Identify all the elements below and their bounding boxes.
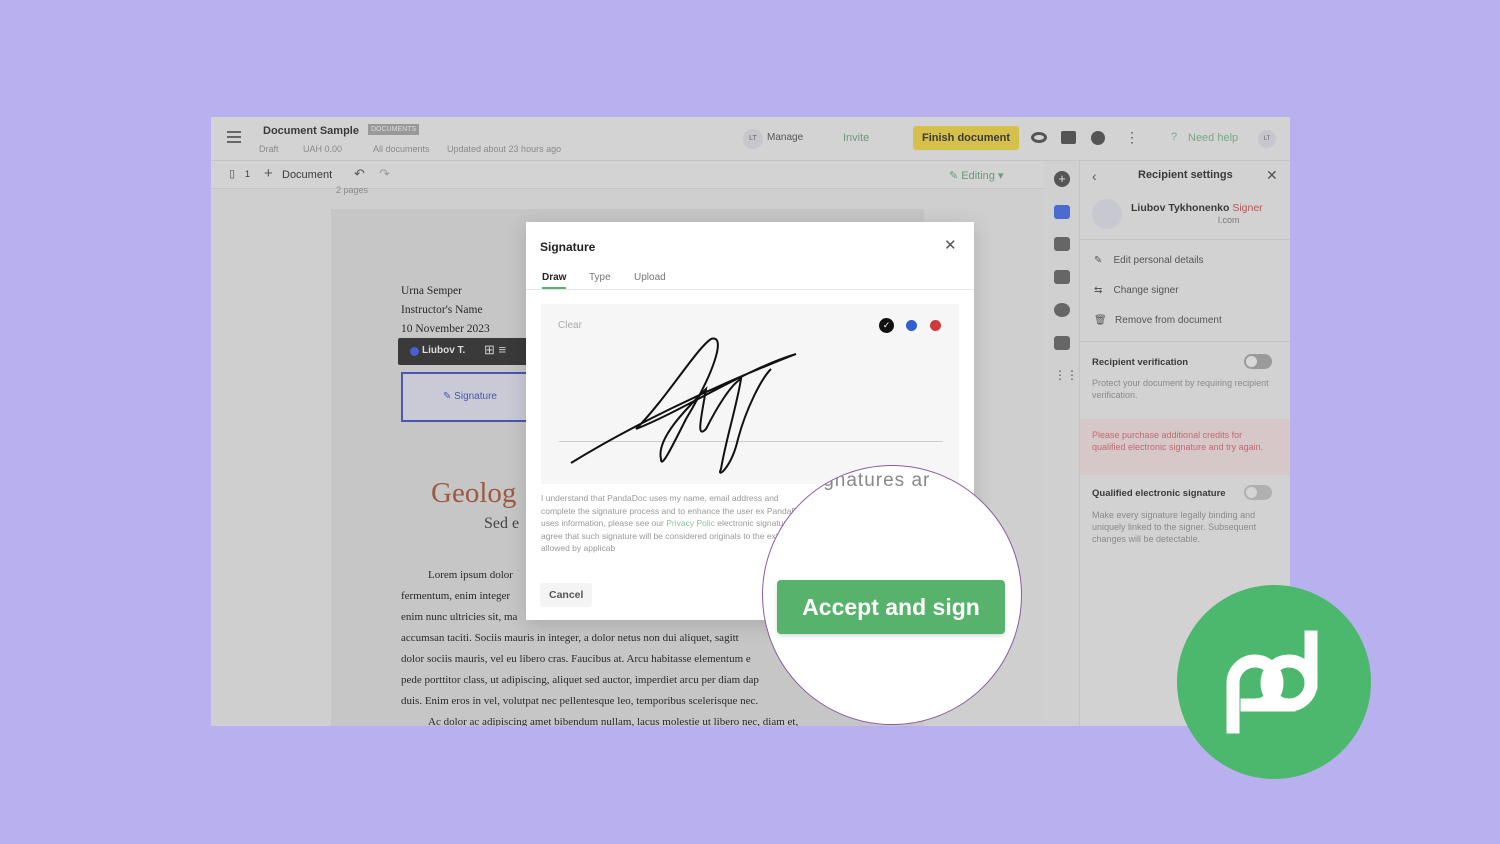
signer-color-dot	[410, 347, 419, 356]
invite-button[interactable]: Invite	[843, 132, 869, 144]
avatar[interactable]: LT	[743, 129, 763, 149]
amount: UAH 0.00	[303, 144, 343, 154]
accept-and-sign-button[interactable]: Accept and sign	[777, 580, 1005, 634]
document-subtitle: Sed e	[484, 515, 520, 532]
credits-warning: Please purchase additional credits for q…	[1092, 430, 1264, 452]
signer-name: Liubov T.	[422, 345, 466, 356]
edit-details-button[interactable]: ✎ Edit personal details	[1094, 255, 1204, 266]
paragraph-line: dolor sociis mauris, vel eu libero cras.…	[401, 653, 751, 665]
help-icon: ?	[1171, 131, 1178, 143]
need-help-link[interactable]: Need help	[1188, 132, 1238, 144]
paragraph-line: accumsan taciti. Sociis mauris in intege…	[401, 632, 739, 644]
tab-draw[interactable]: Draw	[542, 272, 567, 289]
qes-toggle[interactable]	[1244, 485, 1272, 500]
instructor-name: Instructor's Name	[401, 304, 483, 316]
signature-field[interactable]: ✎ Signature	[401, 372, 531, 422]
action-label: Change signer	[1113, 285, 1179, 296]
color-black[interactable]: ✓	[879, 318, 894, 333]
eye-icon[interactable]	[1031, 132, 1047, 143]
comment-icon[interactable]	[1061, 131, 1076, 144]
more-icon[interactable]: ⋮	[1125, 129, 1139, 146]
recipient-email: l.com	[1218, 215, 1240, 225]
action-label: Edit personal details	[1113, 255, 1204, 266]
change-signer-button[interactable]: ⇆ Change signer	[1094, 285, 1179, 296]
pages-icon[interactable]: ▯	[229, 167, 235, 180]
close-panel-icon[interactable]: ✕	[1266, 167, 1278, 184]
paragraph-line: duis. Enim eros in vel, volutpat nec pel…	[401, 695, 759, 707]
add-icon[interactable]: +	[1054, 171, 1070, 187]
header-lines: Urna Semper Instructor's Name 10 Novembe…	[401, 282, 490, 339]
date: 10 November 2023	[401, 323, 490, 335]
apps-grid-icon[interactable]: ⋮⋮	[1054, 369, 1078, 383]
undo-icon[interactable]: ↶	[354, 166, 365, 182]
signer-chip[interactable]: Liubov T. ⊞ ≡	[398, 338, 528, 365]
cancel-button[interactable]: Cancel	[540, 583, 593, 607]
tab-type[interactable]: Type	[589, 272, 611, 283]
back-icon[interactable]: ‹	[1092, 168, 1097, 184]
verification-toggle[interactable]	[1244, 354, 1272, 369]
magnifier-callout: ignatures ar Accept and sign	[762, 465, 1022, 725]
qes-desc: Make every signature legally binding and…	[1092, 510, 1257, 544]
finish-document-button[interactable]: Finish document	[913, 126, 1019, 150]
drawing-pad[interactable]: Clear ✓	[541, 304, 959, 484]
pricing-icon[interactable]	[1054, 336, 1070, 350]
pandadoc-logo	[1177, 585, 1371, 779]
recipients-icon[interactable]	[1054, 205, 1070, 219]
recipient-avatar	[1092, 199, 1122, 229]
document-title-heading: Geolog	[431, 477, 517, 509]
redo-icon[interactable]: ↷	[379, 166, 390, 182]
content-icon[interactable]	[1054, 270, 1070, 284]
add-document-button[interactable]: Document	[282, 169, 332, 181]
top-bar: Document Sample DOCUMENTS Draft UAH 0.00…	[211, 117, 1290, 161]
modal-title: Signature	[540, 240, 596, 254]
magnified-snippet: ignatures ar	[818, 470, 931, 491]
action-label: Remove from document	[1115, 315, 1222, 326]
fields-icon[interactable]	[1054, 237, 1070, 251]
privacy-policy-link[interactable]: Privacy Polic	[666, 518, 715, 528]
manage-button[interactable]: Manage	[767, 132, 803, 143]
updated-text: Updated about 23 hours ago	[447, 144, 562, 154]
document-title[interactable]: Document Sample	[263, 125, 359, 137]
documents-badge: DOCUMENTS	[368, 124, 420, 135]
panel-title: Recipient settings	[1138, 169, 1233, 181]
remove-recipient-button[interactable]: 🗑 Remove from document	[1094, 315, 1222, 326]
close-icon[interactable]: ✕	[944, 236, 957, 254]
side-rail: + ⋮⋮	[1044, 161, 1080, 726]
palette-icon[interactable]	[1054, 303, 1070, 317]
color-blue[interactable]	[906, 320, 917, 331]
editing-label: Editing	[961, 170, 995, 182]
paragraph-line: pede porttitor class, ut adipiscing, ali…	[401, 674, 759, 686]
student-name: Urna Semper	[401, 285, 462, 297]
recipient-role: Signer	[1232, 202, 1263, 214]
editing-mode-dropdown[interactable]: ✎ Editing ▾	[949, 169, 1004, 182]
status-draft: Draft	[259, 144, 279, 154]
paragraph-line: Ac dolor ac adipiscing amet bibendum nul…	[428, 716, 799, 726]
recipient-name: Liubov Tykhonenko	[1131, 202, 1230, 214]
pandadoc-logo-icon	[1226, 630, 1318, 734]
user-avatar[interactable]: LT	[1258, 130, 1276, 148]
signature-field-label: Signature	[454, 391, 497, 402]
folder-link[interactable]: All documents	[373, 144, 430, 154]
verification-title: Recipient verification	[1092, 357, 1189, 368]
pages-count: 1	[245, 169, 251, 179]
verification-desc: Protect your document by requiring recip…	[1092, 378, 1269, 400]
field-settings-icon[interactable]: ⊞ ≡	[484, 342, 506, 358]
tab-upload[interactable]: Upload	[634, 272, 666, 283]
qes-title: Qualified electronic signature	[1092, 488, 1226, 499]
hamburger-icon[interactable]	[227, 131, 241, 143]
color-red[interactable]	[930, 320, 941, 331]
plus-icon: +	[264, 165, 273, 182]
pages-label: 2 pages	[336, 185, 369, 195]
drawn-signature	[570, 337, 797, 474]
info-icon[interactable]	[1091, 131, 1105, 145]
